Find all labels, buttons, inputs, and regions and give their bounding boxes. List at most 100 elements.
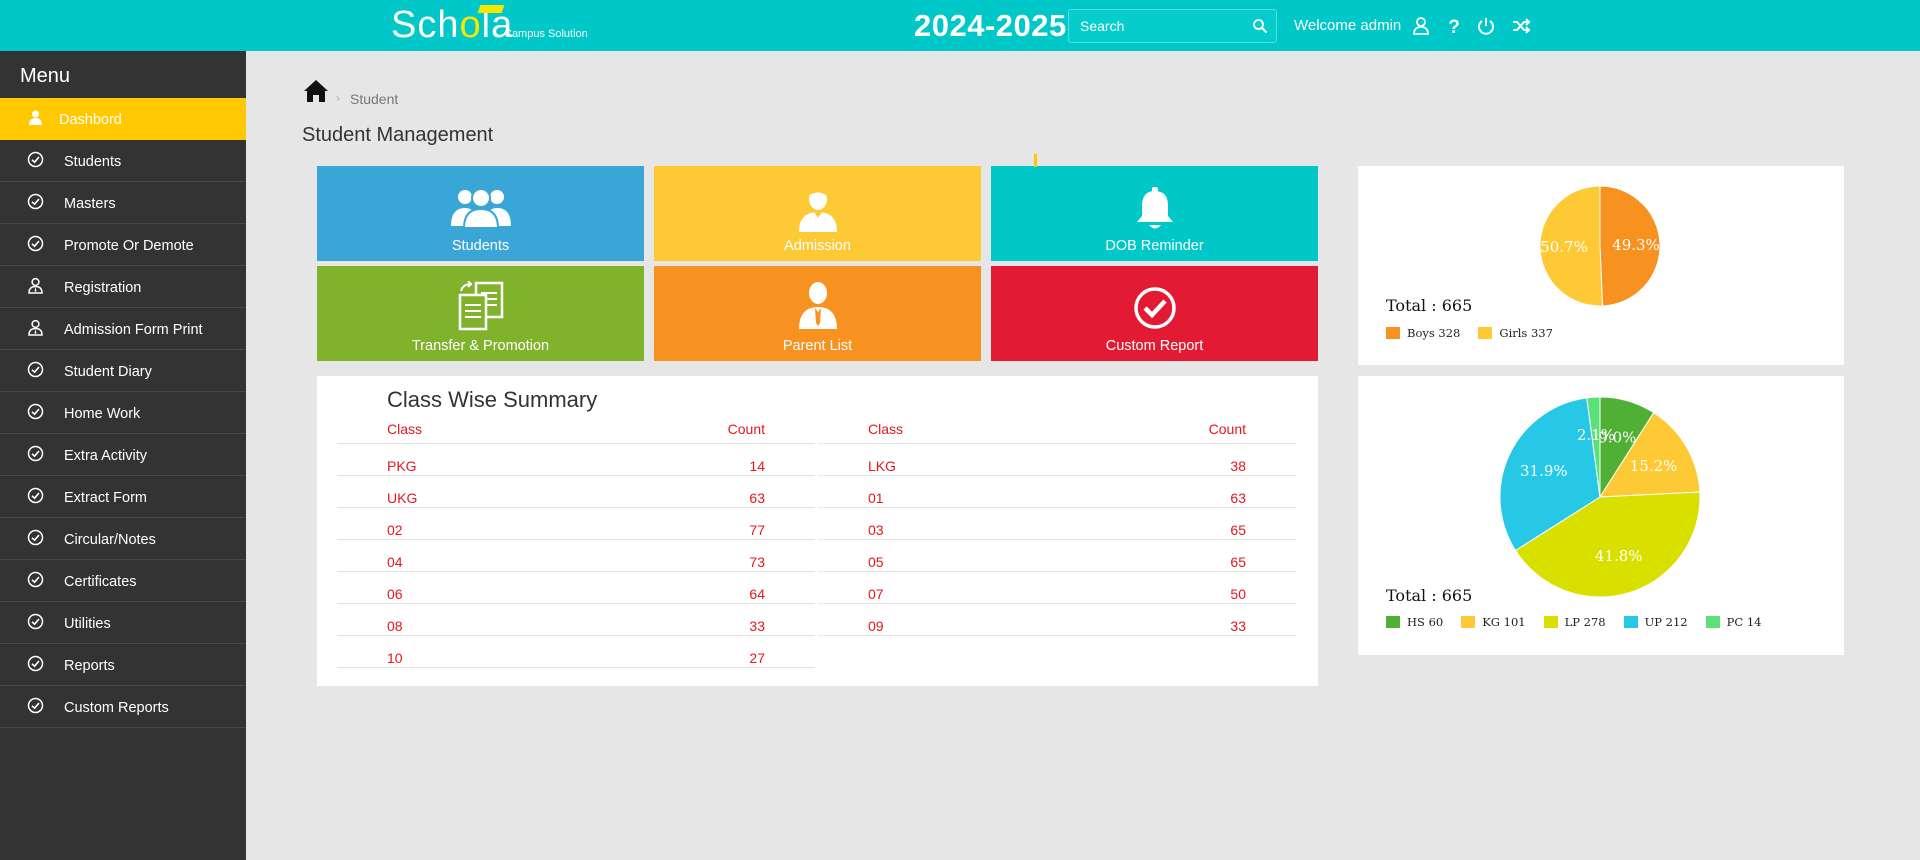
count-cell: 77 xyxy=(749,522,765,538)
check-circle-icon xyxy=(27,571,44,588)
tile-admission[interactable]: Admission xyxy=(654,166,981,261)
tile-label: Students xyxy=(451,238,510,254)
sidebar-item-utilities[interactable]: Utilities xyxy=(0,602,246,644)
tile-custom-report[interactable]: Custom Report xyxy=(991,266,1318,361)
class-cell: 02 xyxy=(387,522,403,538)
parent-user-icon xyxy=(796,281,840,334)
table-row: 10 27 xyxy=(337,636,815,668)
legend-item[interactable]: Girls 337 xyxy=(1478,326,1553,340)
sidebar-item-label: Promote Or Demote xyxy=(64,238,194,254)
count-cell: 14 xyxy=(749,458,765,474)
sidebar-item-extract-form[interactable]: Extract Form xyxy=(0,476,246,518)
sidebar-item-label: Masters xyxy=(64,196,116,212)
search-input[interactable] xyxy=(1069,10,1249,42)
sidebar-item-label: Utilities xyxy=(64,616,111,632)
breadcrumb-current[interactable]: Student xyxy=(350,91,398,107)
tile-marker xyxy=(1034,154,1037,167)
legend-item[interactable]: PC 14 xyxy=(1705,615,1761,629)
sidebar-item-promote-or-demote[interactable]: Promote Or Demote xyxy=(0,224,246,266)
sidebar-item-label: Students xyxy=(64,154,122,170)
count-cell: 50 xyxy=(1230,586,1246,602)
legend-item[interactable]: Boys 328 xyxy=(1386,326,1460,340)
pie-slice-label: 15.2% xyxy=(1630,457,1678,475)
tile-parent-list[interactable]: Parent List xyxy=(654,266,981,361)
sidebar-item-masters[interactable]: Masters xyxy=(0,182,246,224)
sidebar-item-student-diary[interactable]: Student Diary xyxy=(0,350,246,392)
column-header-count: Count xyxy=(1208,421,1246,437)
pie-slice-label: 49.3% xyxy=(1612,236,1660,254)
sidebar-item-label: Home Work xyxy=(64,406,141,422)
table-row: 04 73 xyxy=(337,540,815,572)
legend-item[interactable]: HS 60 xyxy=(1386,615,1443,629)
check-circle-icon xyxy=(27,655,44,672)
table-row: PKG 14 xyxy=(337,444,815,476)
sidebar-item-label: Admission Form Print xyxy=(64,322,203,338)
legend-swatch xyxy=(1461,616,1476,628)
svg-text:?: ? xyxy=(1448,17,1460,36)
section-legend: HS 60 KG 101 LP 278 UP 212 PC 14 xyxy=(1386,615,1779,629)
count-cell: 33 xyxy=(1230,618,1246,634)
table-header-row: Class Count xyxy=(337,418,815,444)
check-circle-icon xyxy=(27,151,44,168)
sidebar-item-admission-form-print[interactable]: Admission Form Print xyxy=(0,308,246,350)
sidebar-item-circular-notes[interactable]: Circular/Notes xyxy=(0,518,246,560)
table-row: 01 63 xyxy=(818,476,1296,508)
class-cell: PKG xyxy=(387,458,417,474)
table-row: 09 33 xyxy=(818,604,1296,636)
home-icon[interactable] xyxy=(303,78,329,104)
pie-slice-label: 31.9% xyxy=(1520,462,1568,480)
gender-legend: Boys 328 Girls 337 xyxy=(1386,326,1571,340)
sidebar-item-registration[interactable]: Registration xyxy=(0,266,246,308)
class-cell: 06 xyxy=(387,586,403,602)
class-cell: 05 xyxy=(868,554,884,570)
class-cell: 09 xyxy=(868,618,884,634)
check-circle-icon xyxy=(27,613,44,630)
shuffle-icon[interactable] xyxy=(1511,16,1531,36)
sidebar-item-label: Registration xyxy=(64,280,142,296)
sidebar-item-extra-activity[interactable]: Extra Activity xyxy=(0,434,246,476)
power-icon[interactable] xyxy=(1476,16,1496,36)
count-cell: 63 xyxy=(749,490,765,506)
sidebar-item-home-work[interactable]: Home Work xyxy=(0,392,246,434)
table-row: 06 64 xyxy=(337,572,815,604)
gender-chart-card: 49.3% 50.7% Total : 665 Boys 328 Girls 337 xyxy=(1358,166,1844,365)
check-circle-icon xyxy=(27,487,44,504)
tile-dob-reminder[interactable]: DOB Reminder xyxy=(991,166,1318,261)
sidebar-item-custom-reports[interactable]: Custom Reports xyxy=(0,686,246,728)
help-icon[interactable]: ? xyxy=(1444,16,1464,36)
class-cell: 08 xyxy=(387,618,403,634)
menu-title: Menu xyxy=(20,65,71,87)
user-profile-icon[interactable] xyxy=(1411,16,1431,36)
sidebar-item-dashbord[interactable]: Dashbord xyxy=(0,98,246,140)
legend-item[interactable]: LP 278 xyxy=(1543,615,1606,629)
legend-label: Girls 337 xyxy=(1499,326,1553,340)
class-cell: 07 xyxy=(868,586,884,602)
sidebar-item-reports[interactable]: Reports xyxy=(0,644,246,686)
tile-transfer-promotion[interactable]: Transfer & Promotion xyxy=(317,266,644,361)
tile-label: Custom Report xyxy=(1105,338,1204,354)
legend-item[interactable]: KG 101 xyxy=(1461,615,1526,629)
tile-label: Transfer & Promotion xyxy=(411,338,550,354)
legend-swatch xyxy=(1386,327,1400,339)
sidebar-item-students[interactable]: Students xyxy=(0,140,246,182)
top-bar: Schola Campus Solution 2024-2025 Welcome… xyxy=(0,0,1920,51)
class-wise-summary: Class Wise Summary Class Count PKG 14 UKG 63 0… xyxy=(317,376,1318,686)
gender-total: Total : 665 xyxy=(1386,296,1473,315)
sidebar-item-label: Extra Activity xyxy=(64,448,147,464)
search-box xyxy=(1068,9,1277,43)
sidebar-item-label: Student Diary xyxy=(64,364,152,380)
sidebar-item-label: Certificates xyxy=(64,574,137,590)
app-logo[interactable]: Schola Campus Solution xyxy=(391,4,588,47)
legend-label: LP 278 xyxy=(1564,615,1606,629)
graduation-cap-icon xyxy=(477,5,505,13)
class-cell: 03 xyxy=(868,522,884,538)
check-circle-icon xyxy=(1133,286,1177,335)
legend-item[interactable]: UP 212 xyxy=(1623,615,1688,629)
check-circle-icon xyxy=(27,445,44,462)
table-row: 02 77 xyxy=(337,508,815,540)
legend-swatch xyxy=(1543,616,1558,628)
tile-students[interactable]: Students xyxy=(317,166,644,261)
document-transfer-icon xyxy=(457,280,505,336)
search-icon[interactable] xyxy=(1252,18,1268,34)
sidebar-item-certificates[interactable]: Certificates xyxy=(0,560,246,602)
